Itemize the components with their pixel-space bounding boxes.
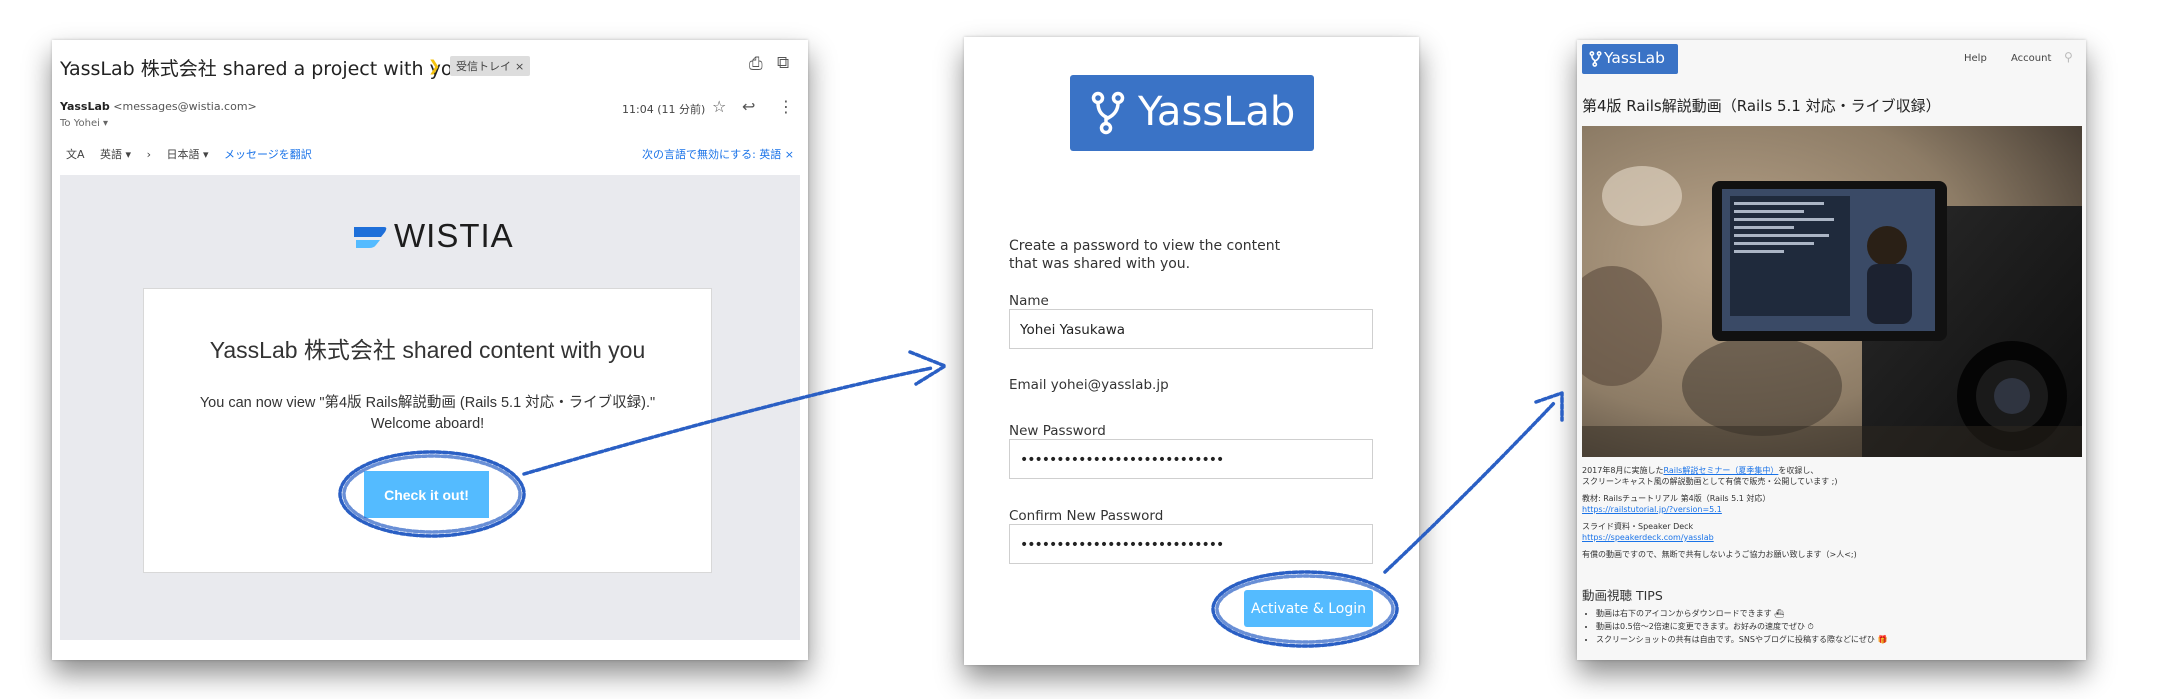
intro-text: Create a password to view the content th…	[1009, 238, 1281, 272]
sender-email: <messages@wistia.com>	[113, 100, 257, 113]
email-body: WISTIA YassLab 株式会社 shared content with …	[60, 175, 800, 640]
wistia-mark-icon	[354, 227, 387, 248]
recipient-dropdown[interactable]: To Yohei ▾	[60, 118, 108, 129]
slides-label: スライド資料・Speaker Deck	[1582, 522, 1694, 531]
confirm-password-field[interactable]: ••••••••••••••••••••••••••••	[1009, 524, 1373, 564]
sharing-note: 有償の動画ですので、無断で共有しないようご協力お願い致します（>人<;)	[1582, 550, 1857, 559]
git-branch-icon	[1091, 91, 1125, 135]
nav-account-link[interactable]: Account	[2011, 53, 2051, 64]
sender-name: YassLab	[60, 100, 110, 113]
translate-message-link[interactable]: メッセージを翻訳	[224, 148, 312, 161]
email-subject: YassLab 株式会社 shared a project with you	[60, 58, 465, 80]
share-notification-card: YassLab 株式会社 shared content with you You…	[143, 288, 712, 573]
remove-label-icon[interactable]: ×	[515, 60, 524, 73]
video-description: 2017年8月に実施したRails解説セミナー（夏季集中）を収録し、 スクリーン…	[1582, 465, 2082, 566]
translate-arrow-icon: ›	[146, 148, 151, 161]
star-icon[interactable]: ☆	[712, 97, 726, 116]
logo-text: YassLab	[1138, 89, 1296, 135]
tip-item: 動画は右下のアイコンからダウンロードできます ⛴	[1596, 607, 1887, 620]
disable-translation-link[interactable]: 次の言語で無効にする: 英語 ×	[642, 146, 794, 162]
video-title: 第4版 Rails解説動画（Rails 5.1 対応・ライブ収録）	[1582, 97, 1941, 115]
check-it-out-button[interactable]: Check it out!	[364, 471, 489, 518]
name-field[interactable]: Yohei Yasukawa	[1009, 309, 1373, 349]
translation-bar: 文A 英語 ▾ › 日本語 ▾ メッセージを翻訳	[66, 146, 324, 162]
email-screenshot-panel: YassLab 株式会社 shared a project with you ❯…	[52, 40, 808, 660]
inbox-label-text: 受信トレイ	[456, 60, 511, 73]
textbook-label: 教材: Railsチュートリアル 第4版（Rails 5.1 対応）	[1582, 494, 1771, 503]
video-thumbnail-image	[1582, 126, 2082, 457]
translate-icon: 文A	[66, 148, 85, 161]
source-language-select[interactable]: 英語 ▾	[100, 148, 131, 161]
new-password-field[interactable]: ••••••••••••••••••••••••••••	[1009, 439, 1373, 479]
tip-item: スクリーンショットの共有は自由です。SNSやブログに投稿する際などにぜひ 🎁	[1596, 633, 1887, 646]
arrowhead-to-video-panel	[1534, 391, 1564, 422]
desc-line1-end: を収録し、	[1778, 466, 1819, 475]
slides-link[interactable]: https://speakerdeck.com/yasslab	[1582, 533, 1714, 542]
inbox-label-chip[interactable]: 受信トレイ ×	[450, 56, 531, 76]
confirm-password-label: Confirm New Password	[1009, 508, 1164, 524]
sender-line: YassLab <messages@wistia.com>	[60, 100, 257, 113]
email-timestamp: 11:04 (11 分前)	[622, 103, 706, 116]
login-screenshot-panel: YassLab Create a password to view the co…	[964, 37, 1419, 665]
arrowhead-to-login-panel	[908, 350, 947, 386]
textbook-link[interactable]: https://railstutorial.jp/?version=5.1	[1582, 505, 1722, 514]
tips-heading: 動画視聴 TIPS	[1582, 588, 1663, 603]
print-icon[interactable]: ⎙	[749, 54, 763, 74]
target-language-select[interactable]: 日本語 ▾	[166, 148, 208, 161]
card-title: YassLab 株式会社 shared content with you	[209, 337, 646, 363]
site-logo[interactable]: YassLab	[1582, 44, 1678, 74]
video-player[interactable]	[1582, 126, 2082, 457]
desc-line1-start: 2017年8月に実施した	[1582, 466, 1664, 475]
git-branch-icon	[1589, 51, 1602, 67]
tip-item: 動画は0.5倍〜2倍速に変更できます。お好みの速度でぜひ ⏱	[1596, 620, 1887, 633]
activate-login-button[interactable]: Activate & Login	[1244, 590, 1373, 627]
more-options-icon[interactable]: ⋮	[778, 97, 794, 116]
yasslab-logo: YassLab	[1070, 75, 1314, 151]
importance-marker-icon: ❯	[428, 57, 441, 75]
desc-line2: スクリーンキャスト風の解説動画として有償で販売・公開しています ;)	[1582, 477, 1838, 486]
open-in-new-window-icon[interactable]: ⧉	[777, 53, 789, 73]
nav-help-link[interactable]: Help	[1964, 53, 1987, 64]
name-label: Name	[1009, 293, 1049, 309]
tips-list: 動画は右下のアイコンからダウンロードできます ⛴ 動画は0.5倍〜2倍速に変更で…	[1582, 607, 1887, 646]
wistia-wordmark: WISTIA	[394, 217, 514, 254]
email-text: Email yohei@yasslab.jp	[1009, 377, 1169, 393]
reply-icon[interactable]: ↩	[742, 97, 755, 116]
video-page-screenshot-panel: YassLab Help Account ⚲ 第4版 Rails解説動画（Rai…	[1577, 40, 2086, 660]
site-logo-text: YassLab	[1604, 49, 1665, 67]
search-icon[interactable]: ⚲	[2064, 50, 2073, 64]
seminar-link[interactable]: Rails解説セミナー（夏季集中）	[1663, 466, 1778, 475]
new-password-label: New Password	[1009, 423, 1106, 439]
card-message: You can now view "第4版 Rails解説動画 (Rails 5…	[199, 395, 656, 432]
